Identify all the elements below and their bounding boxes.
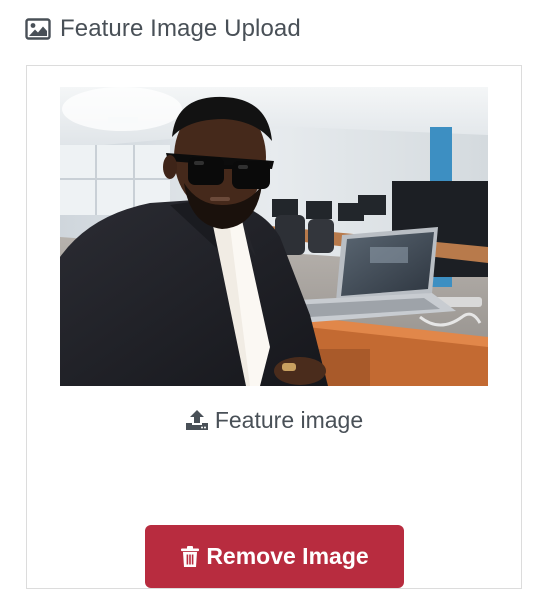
- remove-image-label: Remove Image: [206, 543, 369, 569]
- upload-card: Feature image Remove Image: [26, 65, 522, 589]
- image-icon: [24, 17, 52, 41]
- section-header: Feature Image Upload: [24, 12, 301, 46]
- upload-icon: [185, 408, 209, 432]
- feature-image-upload-trigger[interactable]: Feature image: [27, 406, 521, 434]
- feature-image-label: Feature image: [214, 406, 364, 433]
- feature-image-preview: [60, 87, 488, 386]
- page-title: Feature Image Upload: [60, 15, 301, 42]
- trash-icon: [180, 546, 200, 568]
- remove-image-button[interactable]: Remove Image: [145, 525, 404, 588]
